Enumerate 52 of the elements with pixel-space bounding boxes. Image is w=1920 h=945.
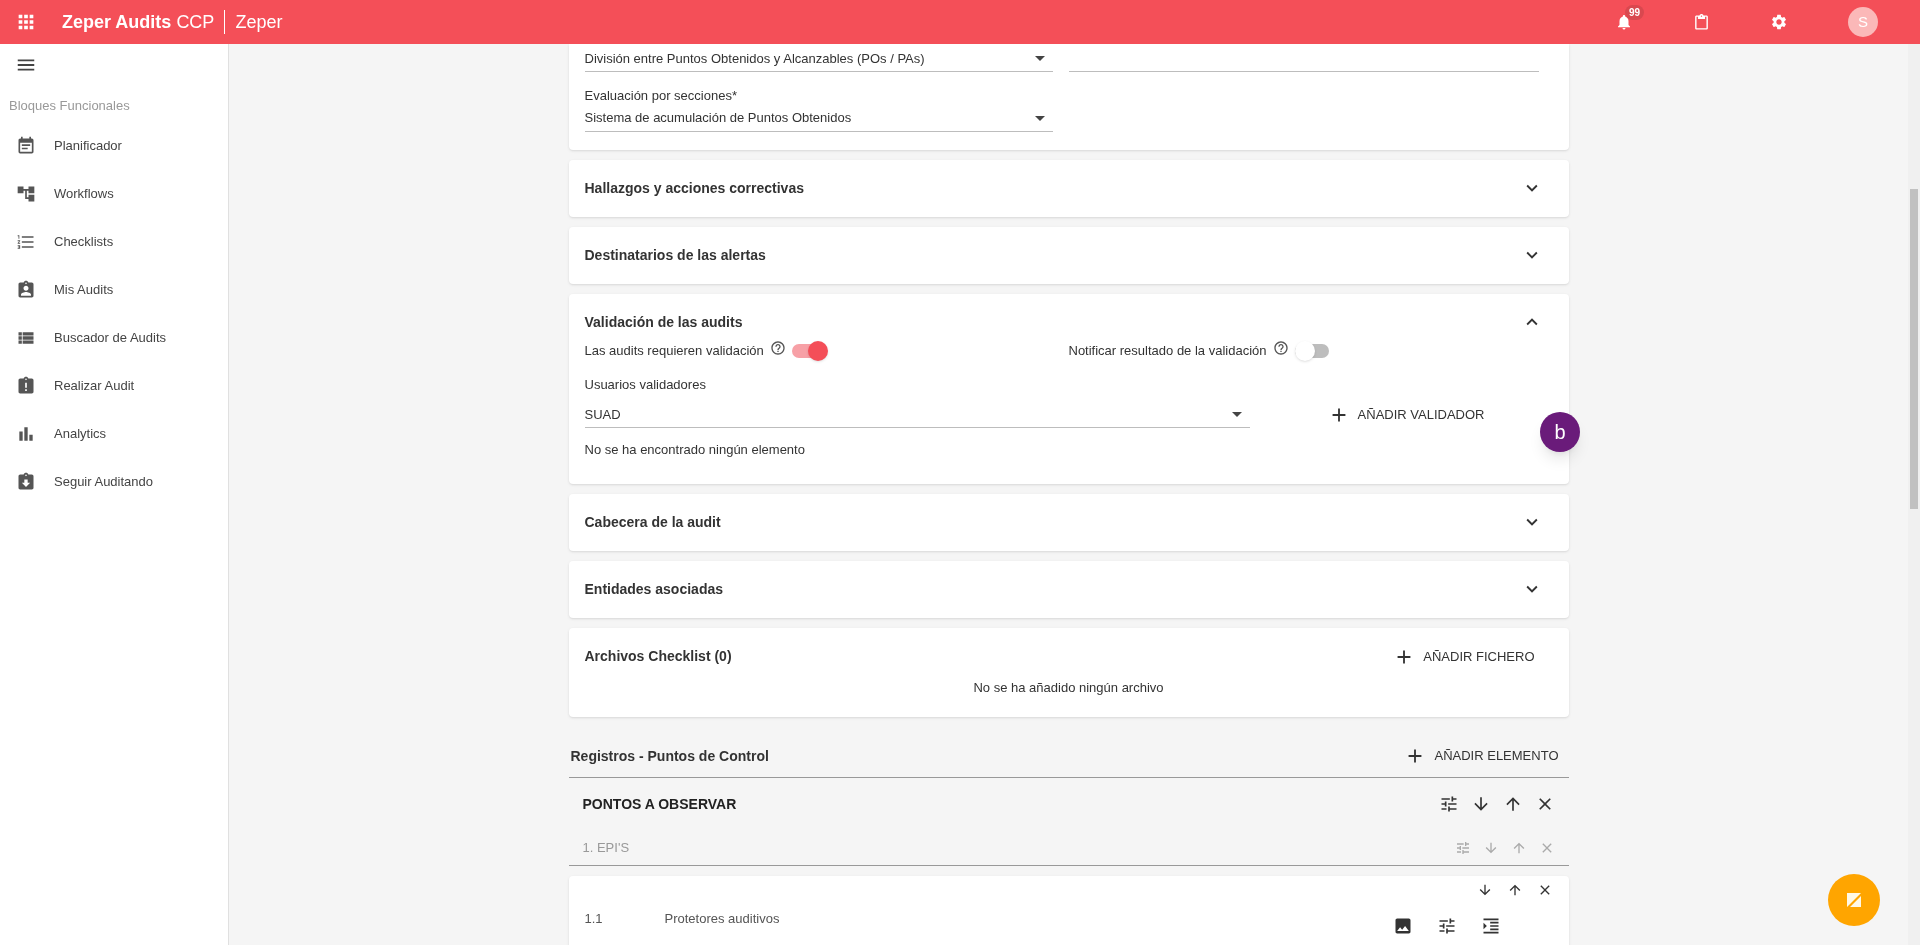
toggle-label: Notificar resultado de la validación <box>1068 341 1267 360</box>
panel-title[interactable]: Entidades asociadas <box>584 578 723 600</box>
toggle-switch[interactable] <box>1294 340 1331 361</box>
settings-icon[interactable] <box>1770 13 1788 31</box>
select-field[interactable]: División entre Puntos Obtenidos y Alcanzables (POs / PAs) <box>584 46 1053 72</box>
select-field[interactable]: Sistema de acumulación de Puntos Obtenidos <box>584 105 1053 132</box>
sidebar-item[interactable]: Planificador <box>0 121 228 170</box>
card-title: Archivos Checklist (0) <box>584 647 732 666</box>
contact-card-icon <box>16 279 36 300</box>
scrollbar[interactable] <box>1908 44 1920 945</box>
field-label: Usuarios validadores <box>584 375 707 394</box>
panel-title[interactable]: Hallazgos y acciones correctivas <box>584 177 804 199</box>
add-button[interactable]: AÑADIR VALIDADOR <box>1319 398 1493 432</box>
item-number: 1.1 <box>584 910 604 929</box>
dropdown-arrow-icon <box>1231 412 1242 417</box>
clipboard-alert-icon <box>16 375 36 396</box>
chat-logo-icon <box>1846 892 1862 908</box>
sliders-icon[interactable] <box>1454 839 1471 856</box>
help-icon[interactable] <box>769 339 786 356</box>
help-icon[interactable] <box>1272 339 1289 356</box>
clipboard-icon[interactable] <box>1693 13 1710 31</box>
sidebar-item[interactable]: Mis Audits <box>0 265 228 314</box>
sidebar-item[interactable]: Checklists <box>0 217 228 266</box>
dropdown-arrow-icon <box>1034 115 1045 121</box>
sidebar-item[interactable]: Analytics <box>0 409 228 458</box>
subsection-title: 1. EPI'S <box>582 838 630 857</box>
panel-title[interactable]: Destinatarios de las alertas <box>584 244 766 266</box>
clipboard-download-icon <box>16 471 36 492</box>
select-field[interactable]: SUAD <box>584 402 1250 428</box>
add-button[interactable]: AÑADIR FICHERO <box>1385 639 1543 674</box>
empty-message: No se ha encontrado ningún elemento <box>584 441 806 459</box>
group-title: PONTOS A OBSERVAR <box>582 794 737 814</box>
sidebar-item[interactable]: Seguir Auditando <box>0 457 228 506</box>
notification-count: 99 <box>1625 5 1645 20</box>
dropdown-arrow-icon <box>1034 56 1045 61</box>
floating-badge[interactable]: b <box>1540 412 1580 452</box>
sidebar-item[interactable]: Buscador de Audits <box>0 313 228 362</box>
app-title: Zeper Audits CCP <box>62 10 215 34</box>
toggle-switch[interactable] <box>791 340 828 361</box>
panel-title[interactable]: Validación de las audits <box>584 311 743 333</box>
panel-title[interactable]: Cabecera de la audit <box>584 511 721 533</box>
toggle-label: Las audits requieren validación <box>584 341 764 360</box>
field-label: Evaluación por secciones* <box>584 87 738 105</box>
item-label: Protetores auditivos <box>664 910 780 929</box>
section-heading: Registros - Puntos de Control <box>570 746 769 766</box>
organization-name: Zeper <box>235 10 283 34</box>
add-button[interactable]: AÑADIR ELEMENTO <box>1396 739 1567 773</box>
sidebar-section-label: Bloques Funcionales <box>9 97 131 115</box>
sidebar-item[interactable]: Workflows <box>0 169 228 218</box>
calendar-icon <box>16 135 36 156</box>
empty-message: No se ha añadido ningún archivo <box>972 678 1165 697</box>
sidebar-item[interactable]: Realizar Audit <box>0 361 228 410</box>
